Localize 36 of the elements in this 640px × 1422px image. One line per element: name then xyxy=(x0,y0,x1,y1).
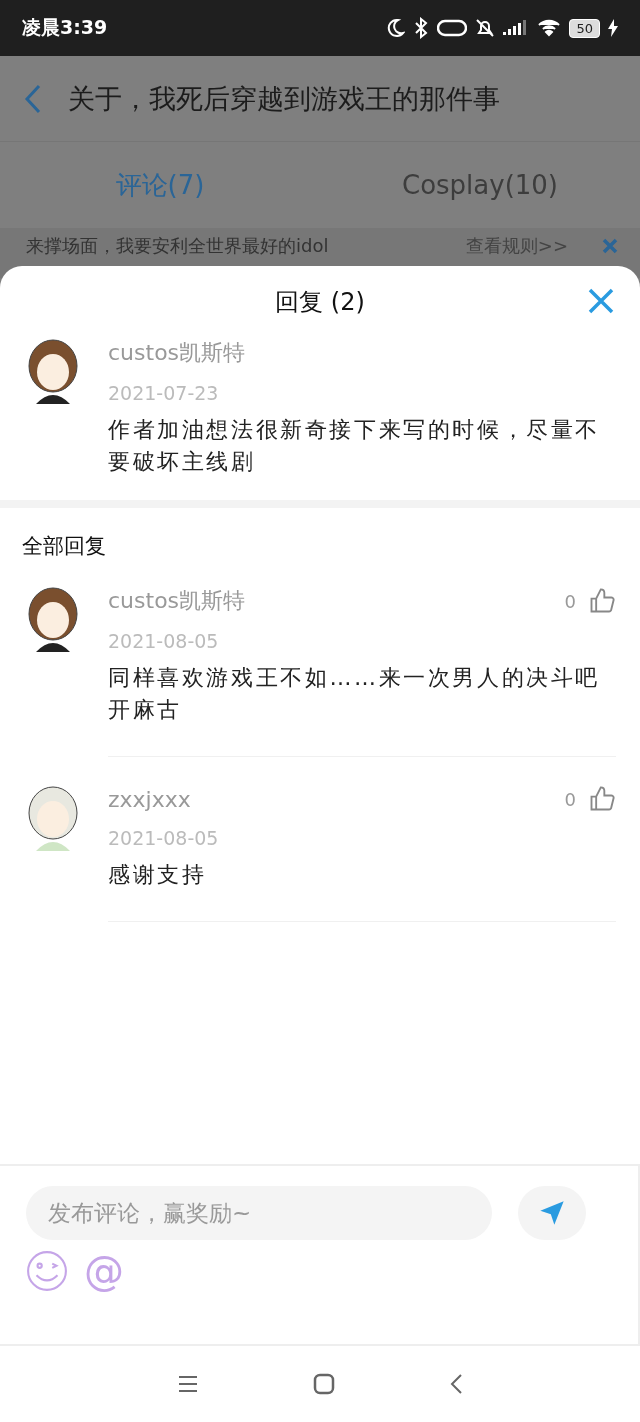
notice-text: 来撑场面，我要安利全世界最好的idol xyxy=(26,234,330,258)
moon-icon xyxy=(385,18,406,38)
send-icon xyxy=(538,1199,566,1227)
like-count: 0 xyxy=(564,788,576,810)
comment-text: 作者加油想法很新奇接下来写的时候，尽量不要破坏主线剧 xyxy=(108,416,601,476)
charging-icon xyxy=(608,19,618,37)
comment-text: 感谢支持 xyxy=(108,861,208,889)
like-count: 0 xyxy=(564,590,576,612)
emoji-icon[interactable] xyxy=(26,1250,68,1292)
comment-date: 2021-08-05 xyxy=(108,827,220,849)
comment-text: 同样喜欢游戏王不如……来一次男人的决斗吧开麻古 xyxy=(108,664,601,724)
page-title: 关于，我死后穿越到游戏王的那件事 xyxy=(68,81,500,116)
user-name: zxxjxxx xyxy=(108,786,191,812)
section-title: 全部回复 xyxy=(22,533,107,560)
thumbs-up-icon[interactable] xyxy=(588,785,616,813)
mention-button[interactable]: @ xyxy=(84,1251,124,1291)
bluetooth-icon xyxy=(413,17,430,39)
back-nav-icon[interactable] xyxy=(449,1373,463,1395)
battery-level: 50 xyxy=(569,18,600,38)
comment-input[interactable]: 发布评论，赢奖励~ xyxy=(26,1186,492,1240)
toggle-icon xyxy=(437,19,468,37)
home-icon[interactable] xyxy=(313,1373,335,1395)
bell-muted-icon xyxy=(475,18,496,38)
wifi-icon xyxy=(537,19,562,37)
tab[interactable]: Cosplay(10) xyxy=(320,142,640,228)
user-name: custos凯斯特 xyxy=(108,339,246,367)
sheet-title: 回复 (2) xyxy=(275,287,365,318)
close-icon xyxy=(586,286,616,316)
user-name: custos凯斯特 xyxy=(108,587,246,615)
tab[interactable]: 评论(7) xyxy=(0,142,320,228)
menu-icon[interactable] xyxy=(177,1375,199,1393)
comment-date: 2021-07-23 xyxy=(108,382,220,404)
comment-date: 2021-08-05 xyxy=(108,630,220,652)
thumbs-up-icon[interactable] xyxy=(588,587,616,615)
close-button[interactable] xyxy=(586,286,616,316)
status-time: 凌晨3:39 xyxy=(22,15,108,40)
